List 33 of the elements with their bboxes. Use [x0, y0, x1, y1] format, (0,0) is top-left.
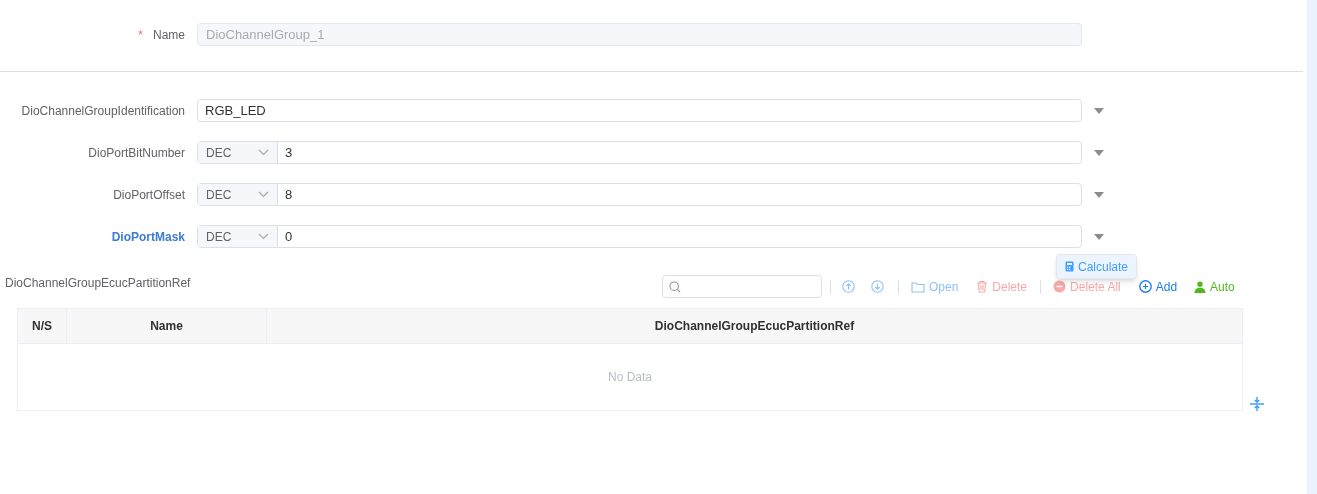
field-label: DioPortMask [110, 228, 185, 246]
column-header[interactable]: DioChannelGroupEcucPartitionRef [267, 309, 1242, 343]
column-header[interactable]: Name [67, 309, 267, 343]
value-input[interactable]: DEC 3 [197, 141, 1082, 164]
minus-circle-icon [1053, 280, 1067, 293]
field-label: Name [153, 26, 185, 44]
caret-icon[interactable] [1094, 149, 1104, 156]
value-input[interactable]: DEC 0 [197, 225, 1082, 248]
trash-icon [976, 280, 989, 293]
search-icon [669, 280, 681, 293]
toolbar-button[interactable]: Add [1138, 277, 1178, 296]
value-input[interactable]: DEC 8 [197, 183, 1082, 206]
section-label: DioChannelGroupEcucPartitionRef [5, 275, 191, 292]
search-field[interactable] [662, 275, 822, 298]
caret-icon[interactable] [1094, 233, 1104, 240]
chevron-icon [258, 149, 269, 156]
field-label: DioChannelGroupIdentification [20, 102, 185, 120]
text-input[interactable]: RGB_LED [197, 99, 1082, 122]
chevron-icon [258, 233, 269, 240]
plus-circle-icon [1138, 280, 1152, 293]
column-header[interactable]: N/S [18, 309, 67, 343]
empty-text: No Data [608, 369, 652, 386]
name-input: DioChannelGroup_1 [197, 23, 1082, 46]
caret-icon[interactable] [1094, 107, 1104, 114]
caret-icon[interactable] [1094, 191, 1104, 198]
chevron-icon [258, 191, 269, 198]
calculator-icon [1065, 261, 1074, 272]
required-asterisk: * [138, 26, 143, 44]
resize-handle-icon[interactable] [1249, 396, 1265, 412]
folder-icon [911, 280, 925, 293]
field-label: DioPortOffset [112, 186, 185, 204]
field-label: DioPortBitNumber [87, 144, 185, 162]
user-icon [1194, 280, 1207, 293]
